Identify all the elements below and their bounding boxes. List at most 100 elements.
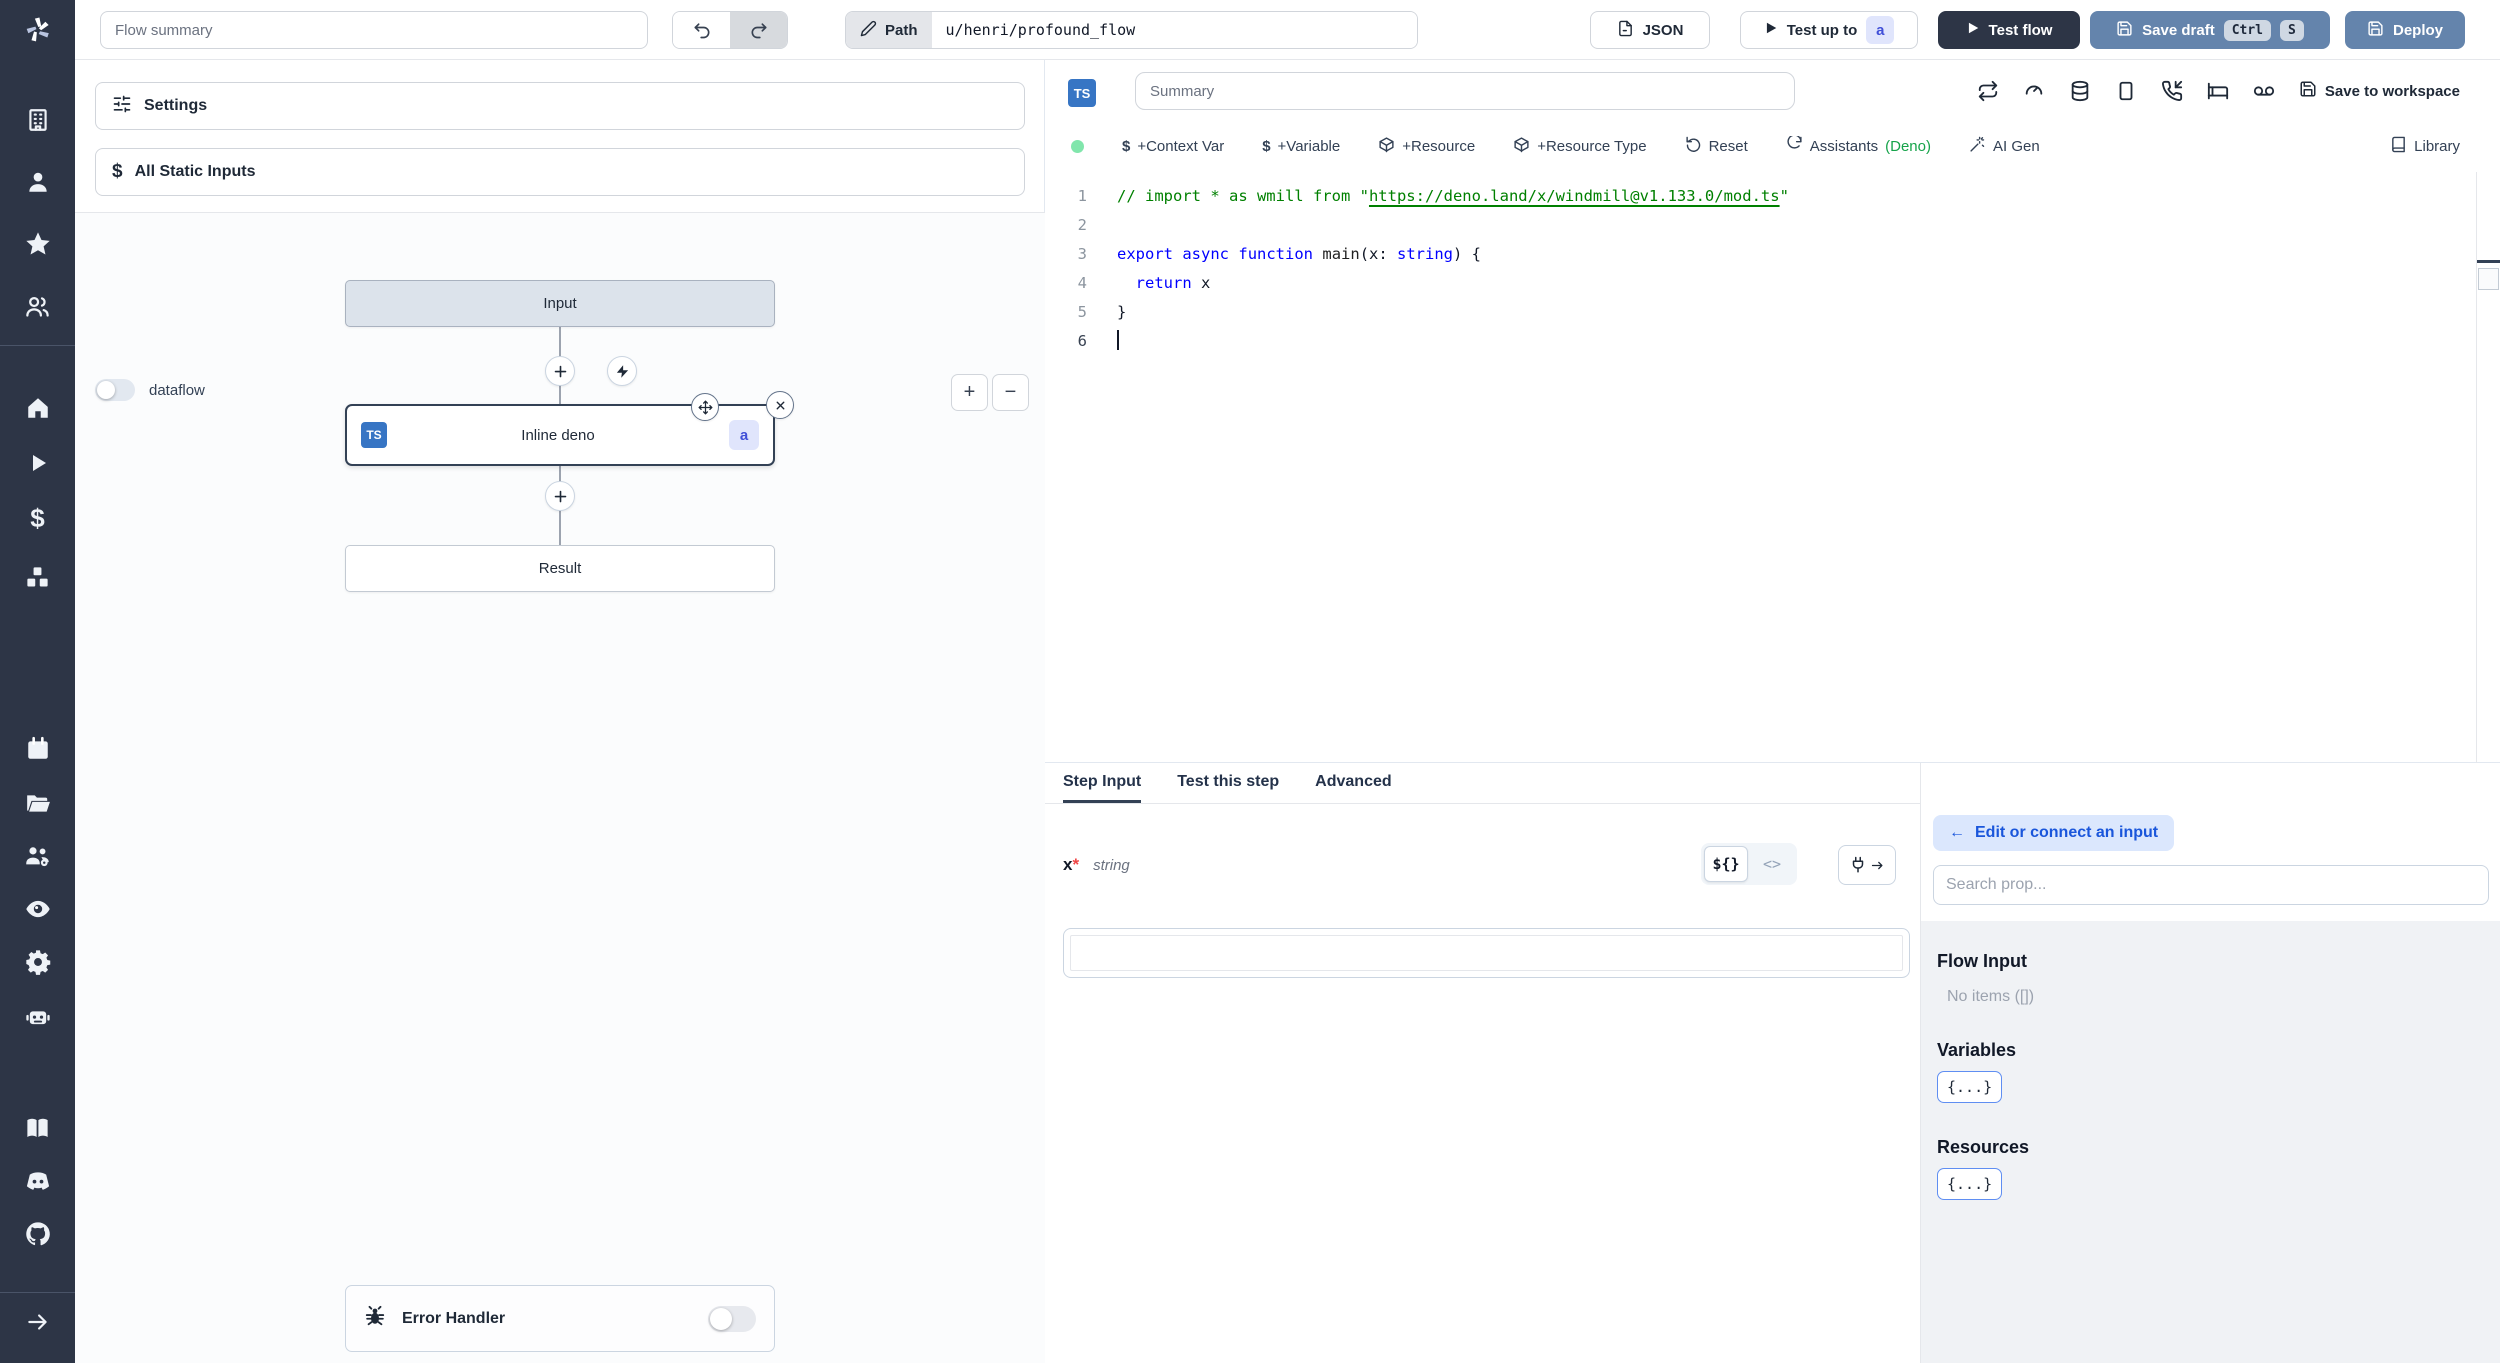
sidebar-expand-arrow-right-icon[interactable] bbox=[0, 1300, 75, 1344]
add-context-var-button[interactable]: $ +Context Var bbox=[1122, 138, 1224, 155]
input-mode-toggle: ${} <> bbox=[1701, 843, 1797, 885]
early-stop-gauge-icon[interactable] bbox=[2023, 80, 2045, 102]
delete-step-button[interactable] bbox=[766, 391, 794, 419]
sidebar-groups-icon[interactable] bbox=[0, 284, 75, 328]
path-label[interactable]: Path bbox=[846, 12, 932, 48]
sidebar-folders-icon[interactable] bbox=[0, 781, 75, 825]
connect-input-plug-button[interactable] bbox=[1838, 845, 1896, 885]
ts-badge: TS bbox=[361, 422, 387, 448]
sidebar-workers-groups-gear-icon[interactable] bbox=[0, 834, 75, 878]
redo-button[interactable] bbox=[730, 12, 787, 48]
lifetime-voicemail-icon[interactable] bbox=[2253, 80, 2275, 102]
sidebar-ai-robot-icon[interactable] bbox=[0, 994, 75, 1038]
sidebar-divider bbox=[0, 1292, 75, 1293]
add-resource-type-button[interactable]: +Resource Type bbox=[1513, 136, 1647, 157]
play-icon bbox=[1966, 21, 1980, 39]
windmill-logo-icon[interactable] bbox=[0, 0, 75, 60]
arg-value-editor[interactable] bbox=[1063, 928, 1910, 978]
add-trigger-button[interactable] bbox=[607, 356, 637, 386]
library-button[interactable]: Library bbox=[2390, 136, 2460, 157]
tab-advanced[interactable]: Advanced bbox=[1315, 763, 1391, 803]
add-step-button[interactable] bbox=[545, 356, 575, 386]
flow-summary-input[interactable] bbox=[100, 11, 648, 49]
add-variable-button[interactable]: $ +Variable bbox=[1262, 138, 1340, 155]
sidebar-discord-icon[interactable] bbox=[0, 1159, 75, 1203]
save-icon bbox=[2299, 80, 2317, 102]
sidebar-home-icon[interactable] bbox=[0, 386, 75, 430]
sidebar-user-icon[interactable] bbox=[0, 160, 75, 204]
flow-input-empty: No items ([]) bbox=[1947, 988, 2035, 1005]
zoom-out-button[interactable]: − bbox=[992, 374, 1029, 411]
sidebar-audit-eye-icon[interactable] bbox=[0, 887, 75, 931]
retries-repeat-icon[interactable] bbox=[1977, 80, 1999, 102]
arg-value-input[interactable] bbox=[1070, 935, 1903, 971]
sidebar-workspace-icon[interactable] bbox=[0, 98, 75, 142]
error-handler-toggle[interactable] bbox=[708, 1305, 756, 1332]
save-to-workspace-button[interactable]: Save to workspace bbox=[2299, 80, 2460, 102]
step-tabs: Step Input Test this step Advanced bbox=[1045, 763, 1920, 804]
flow-canvas[interactable]: dataflow + − Input TS Inline deno a Resu… bbox=[75, 213, 1045, 1363]
wand-icon bbox=[1969, 136, 1986, 157]
sidebar-runs-play-icon[interactable] bbox=[0, 441, 75, 485]
path-group: Path bbox=[845, 11, 1418, 49]
save-draft-button[interactable]: Save draft Ctrl S bbox=[2090, 11, 2330, 49]
sidebar-github-icon[interactable] bbox=[0, 1212, 75, 1256]
box-icon bbox=[1378, 136, 1395, 157]
code-mode-pill[interactable]: <> bbox=[1750, 846, 1794, 882]
mock-square-icon[interactable] bbox=[2115, 80, 2137, 102]
sidebar: $ bbox=[0, 0, 75, 1363]
sidebar-settings-gear-icon[interactable] bbox=[0, 940, 75, 984]
flow-input-heading: Flow Input bbox=[1937, 951, 2027, 971]
all-static-inputs-button[interactable]: $ All Static Inputs bbox=[95, 148, 1025, 196]
flow-node-input[interactable]: Input bbox=[345, 280, 775, 327]
step-settings-toolbar: Save to workspace bbox=[1977, 72, 2460, 110]
bug-icon bbox=[364, 1305, 386, 1332]
flow-node-result[interactable]: Result bbox=[345, 545, 775, 592]
cursor-marker bbox=[2477, 260, 2500, 263]
move-step-button[interactable] bbox=[691, 393, 719, 421]
cache-database-icon[interactable] bbox=[2069, 80, 2091, 102]
json-button[interactable]: JSON bbox=[1590, 11, 1710, 49]
path-input[interactable] bbox=[931, 12, 1417, 48]
sliders-icon bbox=[112, 94, 132, 119]
arg-name: x bbox=[1063, 855, 1073, 874]
add-resource-button[interactable]: +Resource bbox=[1378, 136, 1475, 157]
sidebar-resources-cubes-icon[interactable] bbox=[0, 555, 75, 599]
resources-heading: Resources bbox=[1937, 1137, 2030, 1157]
sidebar-favorites-star-icon[interactable] bbox=[0, 222, 75, 266]
sidebar-variables-dollar-icon[interactable]: $ bbox=[0, 496, 75, 540]
step-detail-panel: Step Input Test this step Advanced x * st… bbox=[1045, 763, 1920, 1363]
add-step-button[interactable] bbox=[545, 481, 575, 511]
error-handler-box[interactable]: Error Handler bbox=[345, 1285, 775, 1352]
code-lines[interactable]: // import * as wmill from "https://deno.… bbox=[1101, 172, 2476, 763]
save-icon bbox=[2116, 20, 2133, 41]
dataflow-toggle[interactable] bbox=[95, 379, 135, 401]
box-icon bbox=[1513, 136, 1530, 157]
sidebar-schedules-calendar-icon[interactable] bbox=[0, 727, 75, 771]
expr-mode-pill[interactable]: ${} bbox=[1704, 846, 1748, 882]
reset-button[interactable]: Reset bbox=[1685, 136, 1748, 157]
undo-button[interactable] bbox=[673, 12, 730, 48]
zoom-in-button[interactable]: + bbox=[951, 374, 988, 411]
variables-object-chip[interactable]: {...} bbox=[1937, 1071, 2003, 1103]
play-icon bbox=[1764, 21, 1778, 39]
test-flow-button[interactable]: Test flow bbox=[1938, 11, 2080, 49]
required-asterisk: * bbox=[1072, 855, 1080, 874]
assistants-button[interactable]: Assistants (Deno) bbox=[1786, 133, 1931, 157]
tab-step-input[interactable]: Step Input bbox=[1063, 763, 1142, 803]
edit-or-connect-button[interactable]: ← Edit or connect an input bbox=[1933, 815, 2175, 851]
code-editor[interactable]: 123456 // import * as wmill from "https:… bbox=[1045, 172, 2476, 763]
test-up-to-button[interactable]: Test up to a bbox=[1740, 11, 1918, 49]
suspend-phone-incoming-icon[interactable] bbox=[2161, 80, 2183, 102]
tab-test-this-step[interactable]: Test this step bbox=[1177, 763, 1279, 803]
flow-settings-button[interactable]: Settings bbox=[95, 82, 1025, 130]
ai-gen-button[interactable]: AI Gen bbox=[1969, 136, 2040, 157]
resources-object-chip[interactable]: {...} bbox=[1937, 1168, 2003, 1200]
search-prop-input[interactable] bbox=[1933, 865, 2489, 905]
step-summary-input[interactable] bbox=[1135, 72, 1795, 110]
undo-redo-group bbox=[672, 11, 788, 49]
sleep-bed-icon[interactable] bbox=[2207, 80, 2229, 102]
deploy-button[interactable]: Deploy bbox=[2345, 11, 2465, 49]
editor-overview-ruler[interactable] bbox=[2476, 172, 2500, 763]
sidebar-docs-book-icon[interactable] bbox=[0, 1106, 75, 1150]
